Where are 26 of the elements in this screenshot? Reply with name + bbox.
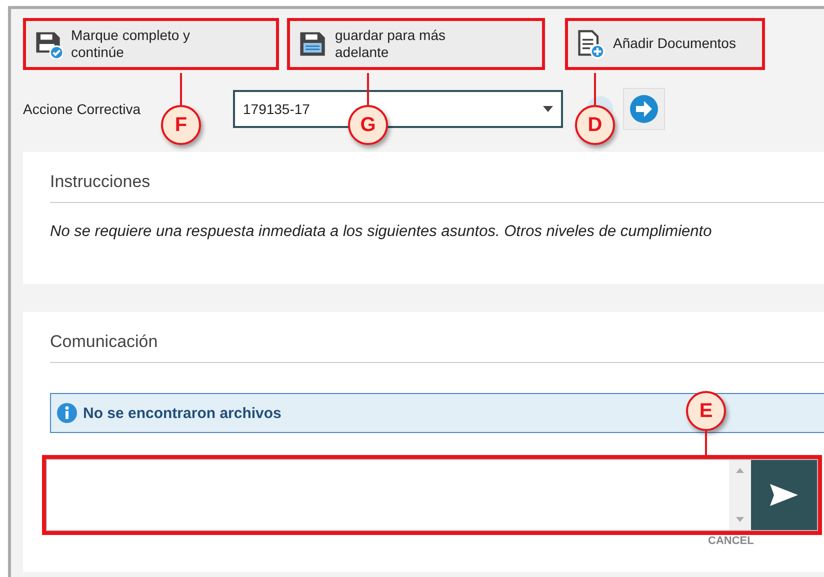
toolbar-button[interactable]: Marque completo y continúe — [23, 18, 279, 70]
leader-line — [594, 73, 596, 105]
arrow-button[interactable] — [623, 88, 665, 130]
floppy-check-icon — [33, 29, 63, 59]
document-add-icon — [575, 29, 605, 59]
scroll-down-icon[interactable] — [736, 517, 744, 522]
scrollbar[interactable] — [729, 460, 751, 530]
leader-line — [180, 73, 182, 105]
send-icon — [769, 483, 799, 507]
arrow-right-icon — [629, 94, 659, 124]
info-icon — [57, 403, 77, 423]
caret-icon — [543, 106, 553, 112]
toolbar-button[interactable]: guardar para más adelante — [287, 18, 545, 70]
send-button[interactable] — [751, 460, 817, 530]
section-title: Instrucciones — [50, 172, 824, 203]
callout-marker: G — [348, 105, 388, 145]
callout-marker: D — [575, 105, 615, 145]
section-title: Comunicación — [50, 332, 824, 363]
toolbar-button[interactable]: Añadir Documentos — [565, 18, 765, 70]
callout-marker: F — [161, 105, 201, 145]
scroll-up-icon[interactable] — [736, 468, 744, 473]
leader-line — [367, 73, 369, 105]
instructions-text: No se requiere una respuesta inmediata a los siguientes asuntos. Otros niveles de cumplimiento — [50, 223, 713, 241]
field-label: Accione Correctiva — [23, 100, 142, 116]
notice-text: No se encontraron archivos — [83, 404, 282, 422]
cancel-link[interactable]: CANCEL — [708, 535, 754, 547]
